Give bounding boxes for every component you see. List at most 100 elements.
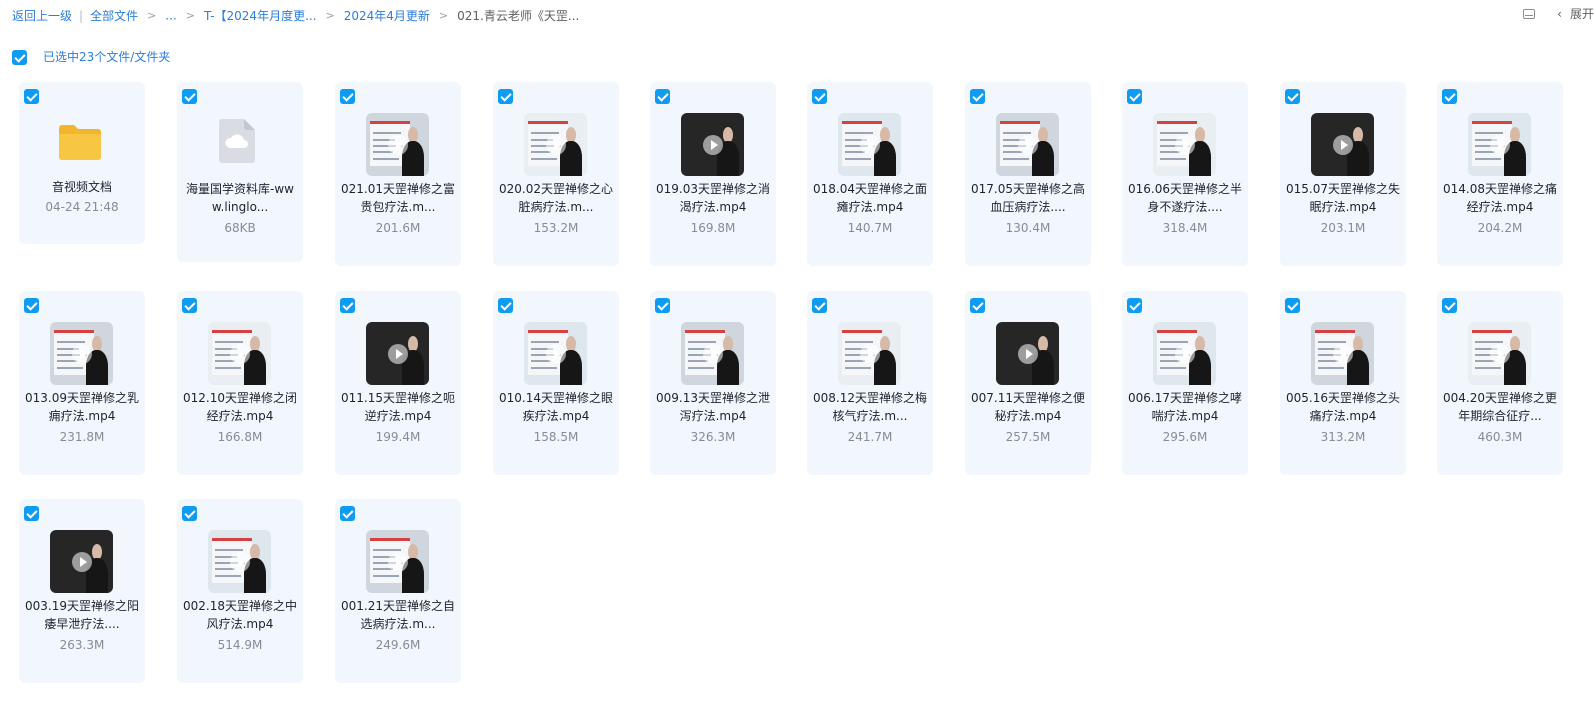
video-thumbnail — [1311, 113, 1374, 176]
file-card[interactable]: 002.18天罡禅修之中风疗法.mp4 514.9M — [177, 499, 303, 683]
breadcrumb-t-folder[interactable]: T-【2024年月度更... — [204, 9, 317, 23]
file-meta: 295.6M — [1162, 430, 1208, 444]
item-checkbox[interactable] — [24, 298, 39, 313]
item-checkbox[interactable] — [1285, 89, 1300, 104]
file-name: 004.20天罡禅修之更年期综合征疗... — [1443, 391, 1557, 423]
item-checkbox[interactable] — [655, 298, 670, 313]
select-all-checkbox[interactable] — [12, 50, 27, 65]
file-name: 001.21天罡禅修之自选病疗法.m... — [341, 599, 455, 631]
file-card[interactable]: 012.10天罡禅修之闭经疗法.mp4 166.8M — [177, 291, 303, 475]
play-icon — [229, 551, 250, 572]
item-checkbox[interactable] — [812, 89, 827, 104]
item-checkbox[interactable] — [970, 298, 985, 313]
file-card[interactable]: 海量国学资料库-www.linglo... 68KB — [177, 82, 303, 262]
file-meta: 241.7M — [847, 430, 893, 444]
file-card[interactable]: 017.05天罡禅修之高血压病疗法.... 130.4M — [965, 82, 1091, 266]
video-thumbnail — [366, 530, 429, 593]
breadcrumb-divider: | — [79, 8, 84, 23]
file-name: 020.02天罡禅修之心脏病疗法.m... — [499, 182, 613, 214]
breadcrumb-april-update[interactable]: 2024年4月更新 — [344, 9, 430, 23]
play-icon — [545, 343, 566, 364]
item-checkbox[interactable] — [812, 298, 827, 313]
file-name: 002.18天罡禅修之中风疗法.mp4 — [183, 599, 297, 631]
file-name: 016.06天罡禅修之半身不遂疗法.... — [1128, 182, 1242, 214]
item-checkbox[interactable] — [1127, 298, 1142, 313]
file-card[interactable]: 003.19天罡禅修之阳痿早泄疗法.... 263.3M — [19, 499, 145, 683]
item-checkbox[interactable] — [498, 298, 513, 313]
file-card[interactable]: 001.21天罡禅修之自选病疗法.m... 249.6M — [335, 499, 461, 683]
video-thumbnail — [996, 113, 1059, 176]
video-thumbnail — [208, 530, 271, 593]
play-icon — [387, 343, 408, 364]
play-icon — [387, 551, 408, 572]
item-checkbox[interactable] — [182, 89, 197, 104]
item-checkbox[interactable] — [24, 506, 39, 521]
file-card[interactable]: 010.14天罡禅修之眼疾疗法.mp4 158.5M — [493, 291, 619, 475]
play-icon — [859, 343, 880, 364]
item-checkbox[interactable] — [340, 506, 355, 521]
file-name: 012.10天罡禅修之闭经疗法.mp4 — [183, 391, 297, 423]
file-card[interactable]: 021.01天罡禅修之富贵包疗法.m... 201.6M — [335, 82, 461, 266]
file-card[interactable]: 014.08天罡禅修之痛经疗法.mp4 204.2M — [1437, 82, 1563, 266]
file-meta: 130.4M — [1005, 221, 1051, 235]
file-card[interactable]: 音视频文档 04-24 21:48 — [19, 82, 145, 244]
file-meta: 313.2M — [1320, 430, 1366, 444]
video-thumbnail — [366, 113, 429, 176]
item-checkbox[interactable] — [970, 89, 985, 104]
file-meta: 153.2M — [533, 221, 579, 235]
file-meta: 460.3M — [1477, 430, 1523, 444]
play-icon — [1332, 134, 1353, 155]
expand-button[interactable]: 展开 — [1570, 7, 1594, 21]
file-name: 014.08天罡禅修之痛经疗法.mp4 — [1443, 182, 1557, 214]
breadcrumb-ellipsis[interactable]: ... — [165, 9, 176, 23]
file-card[interactable]: 004.20天罡禅修之更年期综合征疗... 460.3M — [1437, 291, 1563, 475]
item-checkbox[interactable] — [340, 89, 355, 104]
item-checkbox[interactable] — [1442, 298, 1457, 313]
file-name: 011.15天罡禅修之呃逆疗法.mp4 — [341, 391, 455, 423]
file-name: 018.04天罡禅修之面瘫疗法.mp4 — [813, 182, 927, 214]
file-card[interactable]: 007.11天罡禅修之便秘疗法.mp4 257.5M — [965, 291, 1091, 475]
file-card[interactable]: 015.07天罡禅修之失眠疗法.mp4 203.1M — [1280, 82, 1406, 266]
file-card[interactable]: 019.03天罡禅修之消渴疗法.mp4 169.8M — [650, 82, 776, 266]
file-card[interactable]: 011.15天罡禅修之呃逆疗法.mp4 199.4M — [335, 291, 461, 475]
item-checkbox[interactable] — [1285, 298, 1300, 313]
file-name: 005.16天罡禅修之头痛疗法.mp4 — [1286, 391, 1400, 423]
file-card[interactable]: 016.06天罡禅修之半身不遂疗法.... 318.4M — [1122, 82, 1248, 266]
list-view-icon[interactable] — [1523, 8, 1536, 19]
video-thumbnail — [996, 322, 1059, 385]
play-icon — [1174, 134, 1195, 155]
item-checkbox[interactable] — [1442, 89, 1457, 104]
file-card[interactable]: 006.17天罡禅修之哮喘疗法.mp4 295.6M — [1122, 291, 1248, 475]
selection-count: 已选中23个文件/文件夹 — [43, 50, 171, 64]
file-name: 音视频文档 — [51, 180, 112, 194]
file-meta: 68KB — [224, 221, 256, 235]
item-checkbox[interactable] — [1127, 89, 1142, 104]
item-checkbox[interactable] — [182, 506, 197, 521]
file-card[interactable]: 020.02天罡禅修之心脏病疗法.m... 153.2M — [493, 82, 619, 266]
breadcrumb-all-files[interactable]: 全部文件 — [90, 9, 138, 23]
breadcrumb-current: 021.青云老师《天罡... — [457, 9, 580, 23]
breadcrumb-arrow-icon: > — [438, 9, 449, 22]
back-link[interactable]: 返回上一级 — [12, 9, 72, 23]
breadcrumb: 返回上一级 | 全部文件 >... > T-【2024年月度更... >2024年4月更新 >… — [12, 7, 579, 24]
item-checkbox[interactable] — [498, 89, 513, 104]
item-checkbox[interactable] — [340, 298, 355, 313]
play-icon — [1174, 343, 1195, 364]
play-icon — [702, 134, 723, 155]
file-card[interactable]: 005.16天罡禅修之头痛疗法.mp4 313.2M — [1280, 291, 1406, 475]
video-thumbnail — [1311, 322, 1374, 385]
file-meta: 326.3M — [690, 430, 736, 444]
item-checkbox[interactable] — [182, 298, 197, 313]
file-name: 006.17天罡禅修之哮喘疗法.mp4 — [1128, 391, 1242, 423]
top-bar: 返回上一级 | 全部文件 >... > T-【2024年月度更... >2024年4月更新 >… — [0, 0, 1594, 30]
chevron-left-icon[interactable]: ‹ — [1557, 7, 1562, 21]
item-checkbox[interactable] — [655, 89, 670, 104]
file-card[interactable]: 008.12天罡禅修之梅核气疗法.m... 241.7M — [807, 291, 933, 475]
item-checkbox[interactable] — [24, 89, 39, 104]
file-card[interactable]: 018.04天罡禅修之面瘫疗法.mp4 140.7M — [807, 82, 933, 266]
file-meta: 263.3M — [59, 638, 105, 652]
file-card[interactable]: 013.09天罡禅修之乳痈疗法.mp4 231.8M — [19, 291, 145, 475]
file-card[interactable]: 009.13天罡禅修之泄泻疗法.mp4 326.3M — [650, 291, 776, 475]
breadcrumb-arrow-icon: > — [325, 9, 335, 22]
file-name: 008.12天罡禅修之梅核气疗法.m... — [813, 391, 927, 423]
